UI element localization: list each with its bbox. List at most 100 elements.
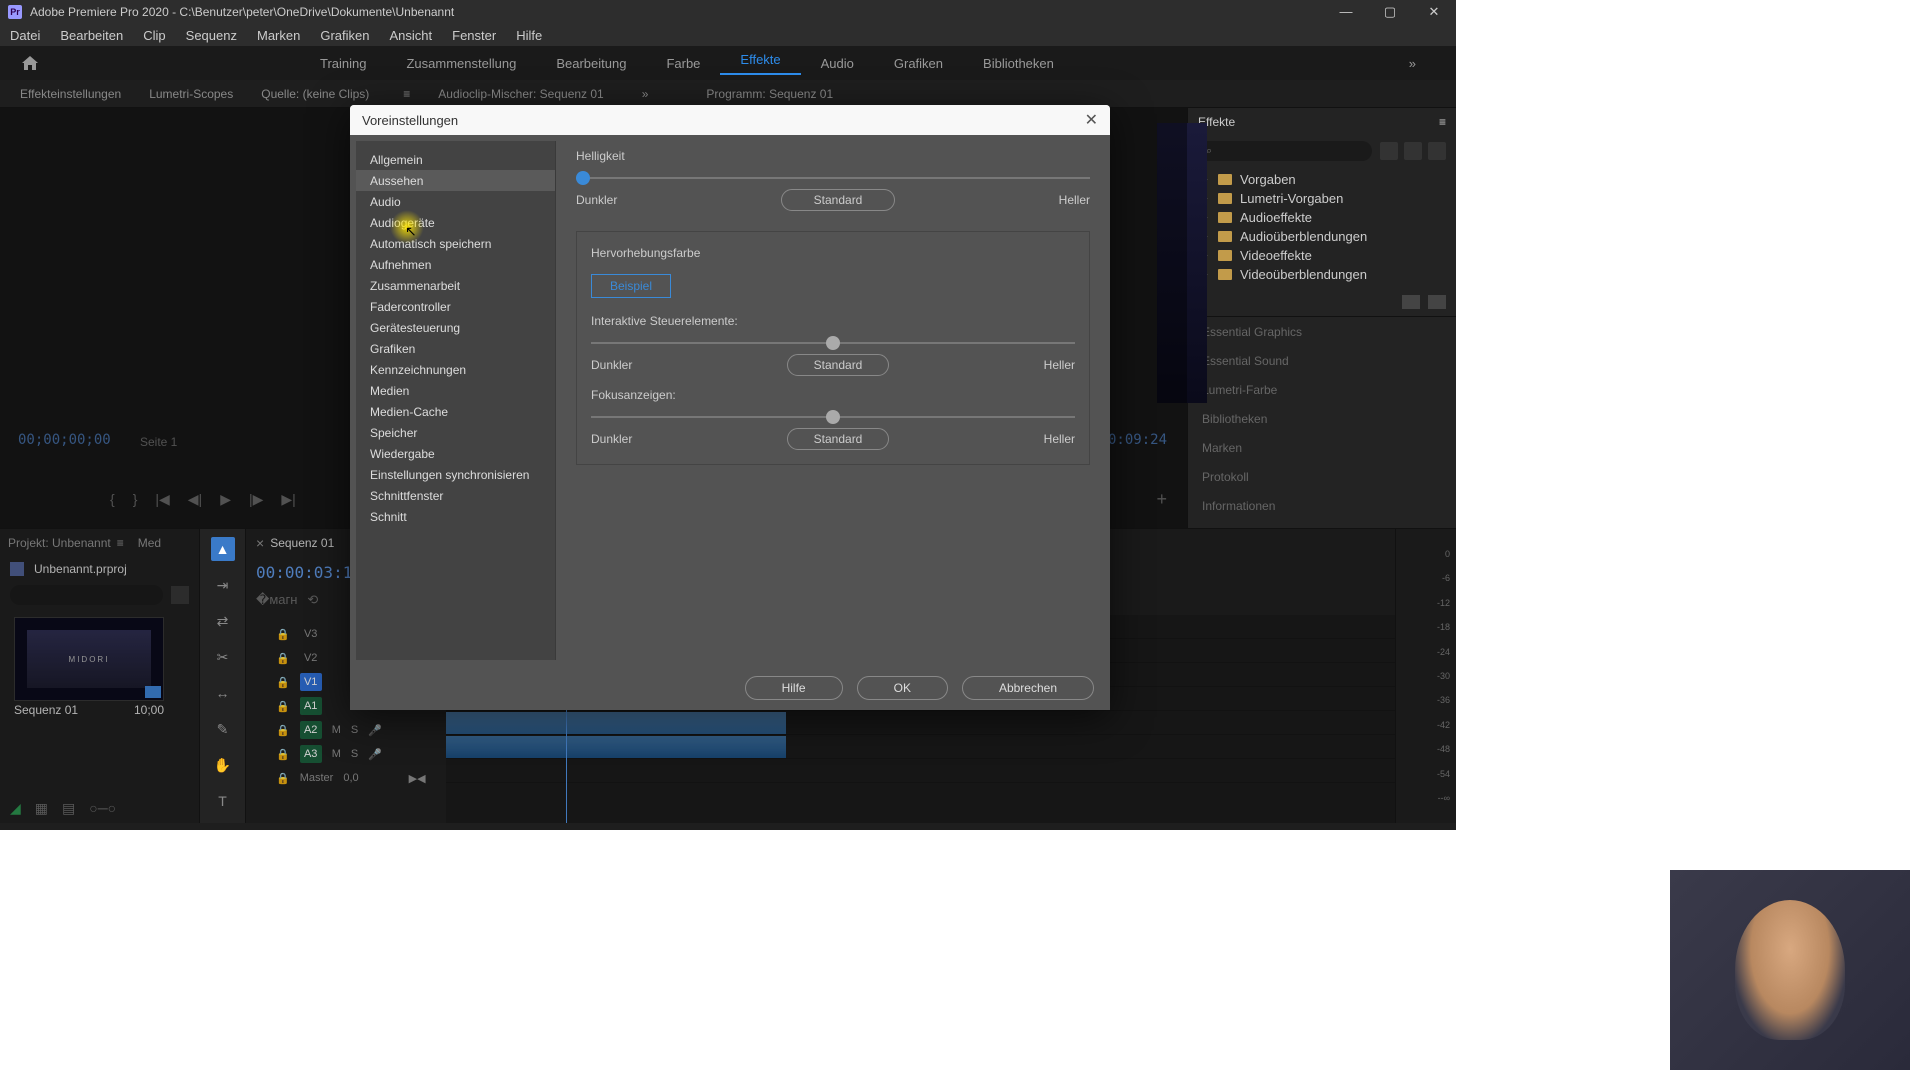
ws-audio[interactable]: Audio [801, 56, 874, 71]
dialog-title: Voreinstellungen [362, 113, 458, 128]
prefs-grafiken[interactable]: Grafiken [356, 338, 555, 359]
prefs-allgemein[interactable]: Allgemein [356, 149, 555, 170]
interactive-slider[interactable] [591, 342, 1075, 344]
new-bin-icon[interactable] [1402, 295, 1420, 309]
menu-datei[interactable]: Datei [0, 28, 50, 43]
menu-marken[interactable]: Marken [247, 28, 310, 43]
menu-clip[interactable]: Clip [133, 28, 175, 43]
razor-tool-icon[interactable]: ✂ [211, 645, 235, 669]
ws-overflow-icon[interactable]: » [1389, 56, 1436, 71]
title-bar: Pr Adobe Premiere Pro 2020 - C:\Benutzer… [0, 0, 1456, 24]
help-button[interactable]: Hilfe [745, 676, 843, 700]
prefs-fadercontroller[interactable]: Fadercontroller [356, 296, 555, 317]
filter-icon-1[interactable] [1380, 142, 1398, 160]
window-title: Adobe Premiere Pro 2020 - C:\Benutzer\pe… [30, 5, 454, 19]
sp-lumetri-farbe[interactable]: Lumetri-Farbe [1188, 375, 1456, 404]
workspace-tabs: Training Zusammenstellung Bearbeitung Fa… [0, 46, 1456, 80]
lighter-label: Heller [1059, 193, 1090, 207]
ws-grafiken[interactable]: Grafiken [874, 56, 963, 71]
overflow-icon[interactable]: » [628, 80, 663, 108]
prefs-aufnehmen[interactable]: Aufnehmen [356, 254, 555, 275]
ripple-tool-icon[interactable]: ⇄ [211, 609, 235, 633]
track-select-tool-icon[interactable]: ⇥ [211, 573, 235, 597]
cancel-button[interactable]: Abbrechen [962, 676, 1094, 700]
darker-label: Dunkler [576, 193, 617, 207]
tree-videoeffekte[interactable]: ▶Videoeffekte [1200, 246, 1444, 265]
interactive-label: Interaktive Steuerelemente: [591, 314, 1075, 328]
tree-audioueberblendungen[interactable]: ▶Audioüberblendungen [1200, 227, 1444, 246]
close-button[interactable]: ✕ [1412, 4, 1456, 20]
ws-bearbeitung[interactable]: Bearbeitung [536, 56, 646, 71]
filter-icon-2[interactable] [1404, 142, 1422, 160]
tree-vorgaben[interactable]: ▶Vorgaben [1200, 170, 1444, 189]
selection-tool-icon[interactable]: ▲ [211, 537, 235, 561]
menu-ansicht[interactable]: Ansicht [379, 28, 442, 43]
menu-grafiken[interactable]: Grafiken [310, 28, 379, 43]
ws-zusammenstellung[interactable]: Zusammenstellung [386, 56, 536, 71]
home-icon[interactable] [20, 54, 40, 72]
tab-lumetri-scopes[interactable]: Lumetri-Scopes [135, 80, 247, 108]
prefs-audiogeraete[interactable]: Audiogeräte [356, 212, 555, 233]
prefs-sync[interactable]: Einstellungen synchronisieren [356, 464, 555, 485]
ws-farbe[interactable]: Farbe [646, 56, 720, 71]
brightness-slider[interactable] [576, 177, 1090, 179]
menu-bearbeiten[interactable]: Bearbeiten [50, 28, 133, 43]
prefs-medien[interactable]: Medien [356, 380, 555, 401]
type-tool-icon[interactable]: T [211, 789, 235, 813]
menu-sequenz[interactable]: Sequenz [176, 28, 247, 43]
tab-menu-icon[interactable]: ≡ [389, 80, 424, 108]
webcam-overlay [1670, 870, 1910, 1070]
effects-search-input[interactable]: ⌕ [1198, 141, 1372, 161]
tab-audioclip-mischer[interactable]: Audioclip-Mischer: Sequenz 01 [424, 80, 617, 108]
prefs-schnitt[interactable]: Schnitt [356, 506, 555, 527]
ok-button[interactable]: OK [857, 676, 948, 700]
menu-bar: Datei Bearbeiten Clip Sequenz Marken Gra… [0, 24, 1456, 46]
sp-marken[interactable]: Marken [1188, 433, 1456, 462]
minimize-button[interactable]: — [1324, 4, 1368, 20]
maximize-button[interactable]: ▢ [1368, 4, 1412, 20]
sp-essential-sound[interactable]: Essential Sound [1188, 346, 1456, 375]
tab-effekteinstellungen[interactable]: Effekteinstellungen [6, 80, 135, 108]
prefs-schnittfenster[interactable]: Schnittfenster [356, 485, 555, 506]
menu-fenster[interactable]: Fenster [442, 28, 506, 43]
prefs-aussehen[interactable]: Aussehen [356, 170, 555, 191]
tree-lumetri[interactable]: ▶Lumetri-Vorgaben [1200, 189, 1444, 208]
prefs-zusammenarbeit[interactable]: Zusammenarbeit [356, 275, 555, 296]
focus-standard-button[interactable]: Standard [787, 428, 890, 450]
tree-audioeffekte[interactable]: ▶Audioeffekte [1200, 208, 1444, 227]
example-button[interactable]: Beispiel [591, 274, 671, 298]
ws-effekte[interactable]: Effekte [720, 52, 800, 75]
slip-tool-icon[interactable]: ↔ [211, 681, 235, 705]
prefs-medien-cache[interactable]: Medien-Cache [356, 401, 555, 422]
prefs-audio[interactable]: Audio [356, 191, 555, 212]
prefs-speicher[interactable]: Speicher [356, 422, 555, 443]
dialog-close-icon[interactable]: ✕ [1085, 110, 1098, 130]
prefs-autosave[interactable]: Automatisch speichern [356, 233, 555, 254]
sp-essential-graphics[interactable]: Essential Graphics [1188, 317, 1456, 346]
preferences-dialog: Voreinstellungen ✕ Allgemein Aussehen Au… [350, 105, 1110, 710]
brightness-standard-button[interactable]: Standard [781, 189, 896, 211]
prefs-wiedergabe[interactable]: Wiedergabe [356, 443, 555, 464]
sp-protokoll[interactable]: Protokoll [1188, 462, 1456, 491]
pen-tool-icon[interactable]: ✎ [211, 717, 235, 741]
ws-bibliotheken[interactable]: Bibliotheken [963, 56, 1074, 71]
focus-slider[interactable] [591, 416, 1075, 418]
sp-informationen[interactable]: Informationen [1188, 491, 1456, 520]
prefs-sidebar: Allgemein Aussehen Audio Audiogeräte Aut… [356, 141, 556, 660]
tab-programm[interactable]: Programm: Sequenz 01 [692, 80, 847, 108]
prefs-geraetesteuerung[interactable]: Gerätesteuerung [356, 317, 555, 338]
tree-videoueberblendungen[interactable]: ▶Videoüberblendungen [1200, 265, 1444, 284]
prefs-kennzeichnungen[interactable]: Kennzeichnungen [356, 359, 555, 380]
delete-icon[interactable] [1428, 295, 1446, 309]
tab-quelle[interactable]: Quelle: (keine Clips) [247, 80, 383, 108]
lighter-label-3: Heller [1044, 432, 1075, 446]
audio-meter: 0-6-12 -18-24-30 -36-42-48 -54--∞ [1396, 529, 1456, 823]
ws-training[interactable]: Training [300, 56, 386, 71]
highlight-color-label: Hervorhebungsfarbe [591, 246, 1075, 260]
filter-icon-3[interactable] [1428, 142, 1446, 160]
hand-tool-icon[interactable]: ✋ [211, 753, 235, 777]
interactive-standard-button[interactable]: Standard [787, 354, 890, 376]
sp-bibliotheken[interactable]: Bibliotheken [1188, 404, 1456, 433]
menu-hilfe[interactable]: Hilfe [506, 28, 552, 43]
panel-menu-icon[interactable]: ≡ [1439, 115, 1446, 129]
